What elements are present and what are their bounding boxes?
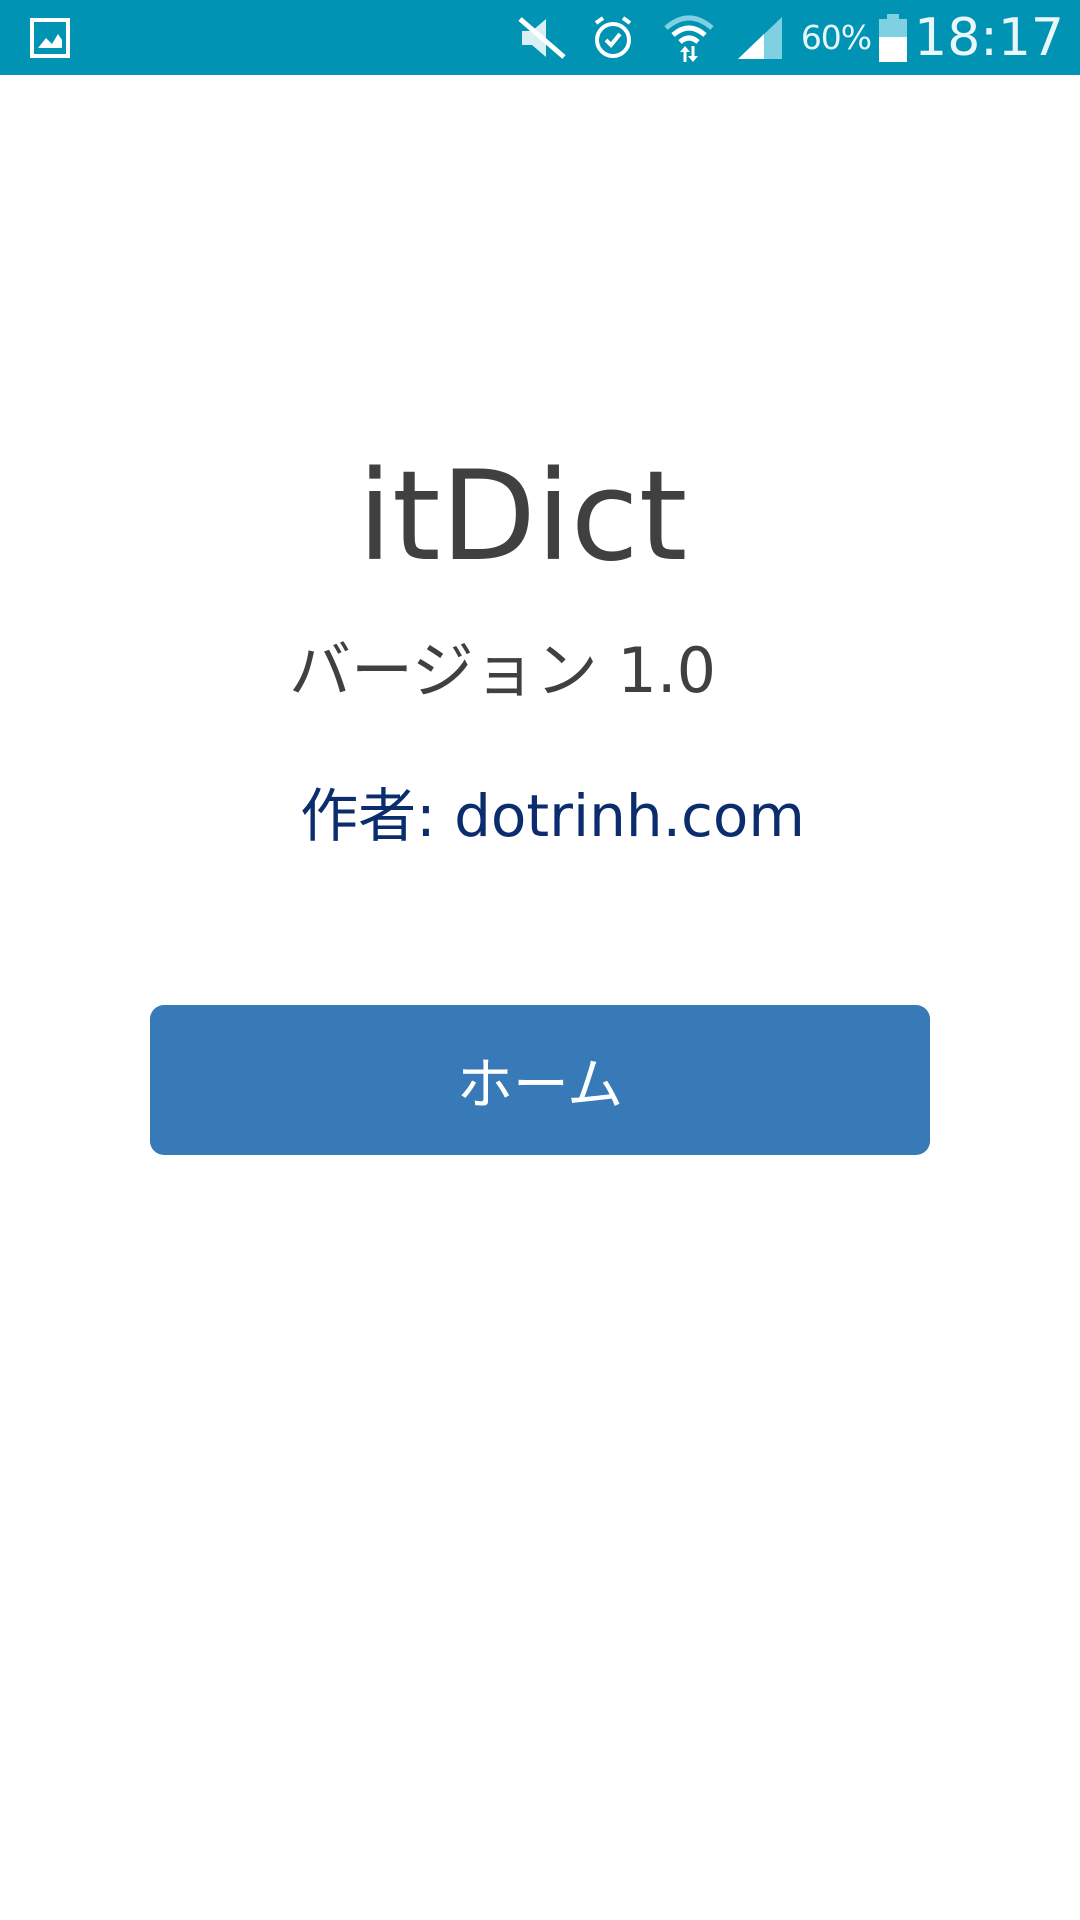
mute-icon [512, 0, 572, 75]
app-title: itDict [357, 445, 688, 589]
alarm-icon [588, 0, 638, 75]
about-screen: itDict バージョン 1.0 作者: dotrinh.com ホーム [0, 75, 1080, 1920]
gallery-icon [28, 0, 72, 75]
clock-time: 18:17 [914, 7, 1064, 68]
version-label: バージョン 1.0 [288, 634, 717, 707]
author-label: 作者: dotrinh.com [300, 782, 805, 850]
status-bar: 60% 18:17 [0, 0, 1080, 75]
home-button[interactable]: ホーム [150, 1005, 930, 1155]
battery-icon [876, 0, 910, 75]
battery-percent: 60% [800, 18, 872, 57]
wifi-icon [660, 0, 718, 75]
signal-icon [734, 0, 786, 75]
